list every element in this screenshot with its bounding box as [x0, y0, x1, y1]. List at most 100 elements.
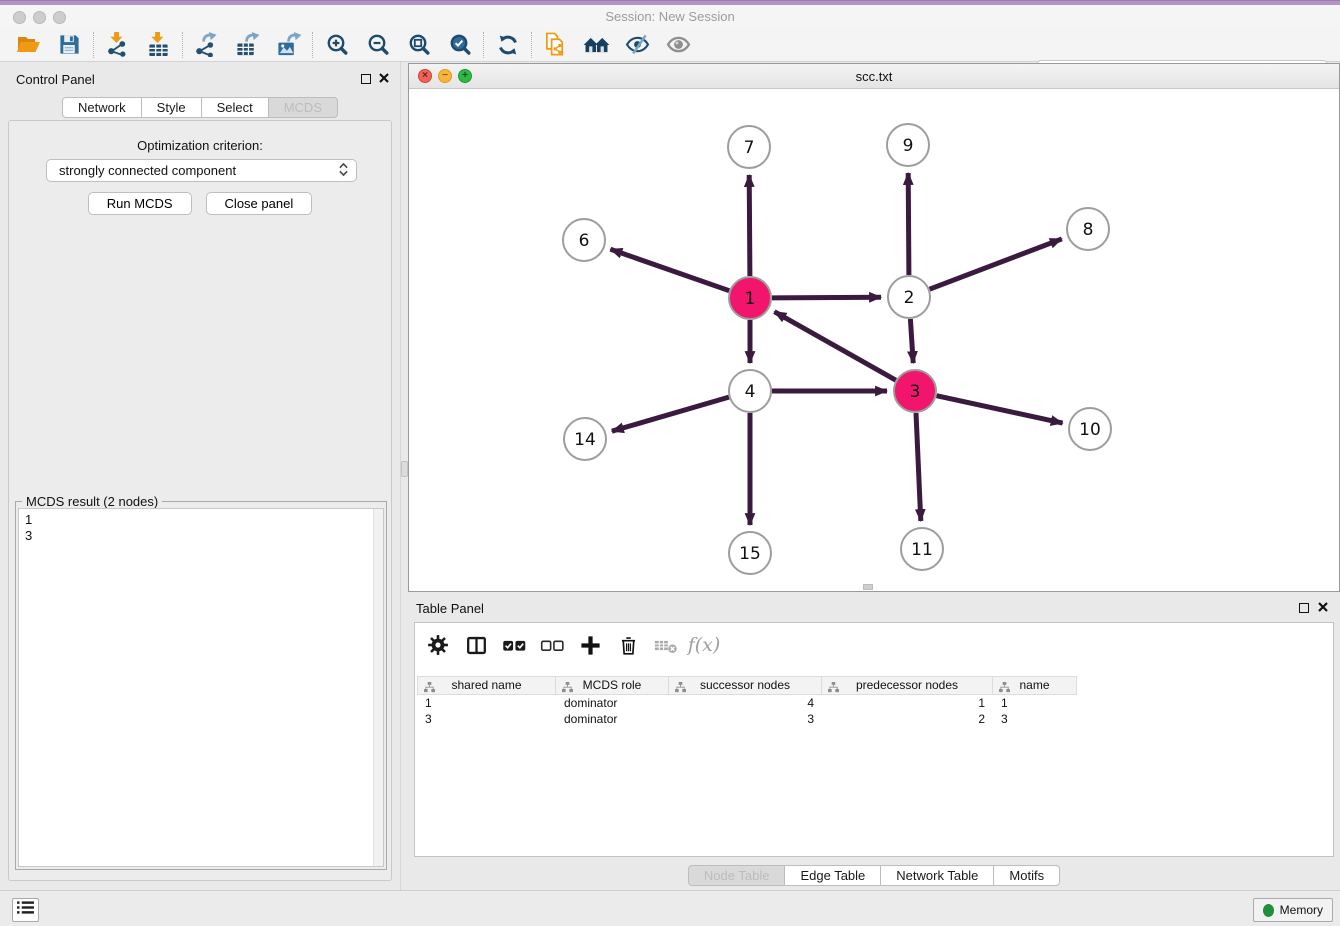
graph-node-1[interactable]: 1 [729, 277, 771, 319]
table-cell[interactable]: 3 [417, 711, 556, 727]
memory-button[interactable]: Memory [1253, 898, 1333, 922]
table-cell[interactable]: 2 [822, 711, 993, 727]
network-window-titlebar[interactable]: × − + scc.txt [409, 64, 1339, 89]
run-mcds-button[interactable]: Run MCDS [88, 192, 192, 215]
graph-node-label: 9 [903, 136, 914, 156]
table-cell[interactable]: 3 [669, 711, 822, 727]
graph-node-3[interactable]: 3 [894, 370, 936, 412]
table-float-icon[interactable] [1299, 603, 1309, 613]
delete-column-icon[interactable] [613, 630, 643, 660]
table-cell[interactable]: dominator [556, 711, 669, 727]
table-cell[interactable]: 1 [822, 695, 993, 711]
split-columns-icon[interactable] [461, 630, 491, 660]
column-header-successor-nodes[interactable]: successor nodes [669, 676, 822, 695]
app-titlebar: Session: New Session [0, 5, 1340, 28]
zoom-in-icon[interactable] [316, 30, 357, 60]
eye-gray-icon[interactable] [658, 30, 699, 60]
vertical-splitter[interactable] [400, 62, 408, 890]
mcds-result-title: MCDS result (2 nodes) [22, 494, 162, 509]
zoom-selected-icon[interactable] [439, 30, 480, 60]
column-header-shared-name[interactable]: shared name [417, 676, 556, 695]
table-cell[interactable]: 4 [669, 695, 822, 711]
column-header-MCDS-role[interactable]: MCDS role [556, 676, 669, 695]
tab-network-table[interactable]: Network Table [881, 865, 994, 886]
control-panel-title: Control Panel [16, 72, 95, 87]
graph-node-2[interactable]: 2 [888, 276, 930, 318]
graph-node-7[interactable]: 7 [728, 126, 770, 168]
tab-style[interactable]: Style [142, 97, 202, 118]
graph-edge-3-10[interactable] [937, 396, 1063, 423]
copy-style-icon[interactable] [535, 30, 576, 60]
export-image-icon[interactable] [268, 30, 309, 60]
canvas-resize-grip[interactable] [863, 584, 873, 590]
graph-edge-2-3[interactable] [910, 319, 913, 363]
sort-hierarchy-icon [562, 681, 573, 698]
homes-icon[interactable] [576, 30, 617, 60]
graph-node-11[interactable]: 11 [901, 528, 943, 570]
graph-node-8[interactable]: 8 [1067, 208, 1109, 250]
import-network-icon[interactable] [97, 30, 138, 60]
graph-node-4[interactable]: 4 [729, 370, 771, 412]
graph-node-label: 10 [1079, 420, 1101, 440]
tab-mcds[interactable]: MCDS [269, 97, 338, 118]
splitter-handle[interactable] [401, 461, 408, 477]
table-close-icon[interactable] [1317, 601, 1329, 615]
close-panel-icon[interactable] [378, 72, 390, 86]
hide-details-icon[interactable] [617, 30, 658, 60]
refresh-icon[interactable] [487, 30, 528, 60]
graph-node-10[interactable]: 10 [1069, 408, 1111, 450]
mcds-result-area[interactable]: 13 [18, 508, 384, 867]
add-column-icon[interactable] [575, 630, 605, 660]
column-header-predecessor-nodes[interactable]: predecessor nodes [822, 676, 993, 695]
graph-edge-2-9[interactable] [908, 173, 909, 275]
graph-node-15[interactable]: 15 [729, 532, 771, 574]
unselect-all-checks-icon[interactable] [537, 630, 567, 660]
task-history-button[interactable] [12, 898, 39, 922]
tab-motifs[interactable]: Motifs [994, 865, 1060, 886]
clear-table-icon[interactable] [651, 630, 681, 660]
graph-edge-4-14[interactable] [612, 397, 729, 431]
zoom-out-icon[interactable] [357, 30, 398, 60]
graph-node-label: 4 [745, 382, 756, 402]
stepper-icon [339, 162, 348, 180]
function-builder-icon[interactable]: f(x) [689, 630, 719, 660]
float-panel-icon[interactable] [361, 74, 371, 84]
graph-edge-3-1[interactable] [774, 312, 895, 381]
tab-network[interactable]: Network [62, 97, 142, 118]
import-table-icon[interactable] [138, 30, 179, 60]
app-title: Session: New Session [0, 9, 1340, 24]
sort-hierarchy-icon [828, 681, 839, 698]
column-header-label: shared name [451, 678, 521, 692]
close-panel-button[interactable]: Close panel [206, 192, 313, 215]
network-canvas[interactable]: 7 9 6 8 1 2 4 3 14 10 15 11 [409, 89, 1339, 591]
zoom-fit-icon[interactable] [398, 30, 439, 60]
graph-node-label: 7 [744, 138, 755, 158]
criterion-dropdown[interactable]: strongly connected component [46, 159, 357, 182]
graph-edge-1-6[interactable] [610, 249, 729, 291]
tab-edge-table[interactable]: Edge Table [785, 865, 881, 886]
toolbar-separator [312, 32, 313, 58]
export-table-icon[interactable] [227, 30, 268, 60]
gear-icon[interactable] [423, 630, 453, 660]
tab-select[interactable]: Select [202, 97, 269, 118]
graph-edge-3-11[interactable] [916, 413, 921, 521]
graph-edge-1-7[interactable] [749, 175, 750, 276]
table-cell[interactable]: 1 [417, 695, 556, 711]
graph-edge-1-2[interactable] [772, 297, 881, 298]
graph-node-9[interactable]: 9 [887, 124, 929, 166]
table-cell[interactable]: 3 [993, 711, 1077, 727]
table-row[interactable]: 3dominator323 [417, 711, 1331, 727]
tab-node-table[interactable]: Node Table [688, 865, 786, 886]
export-network-icon[interactable] [186, 30, 227, 60]
graph-edge-2-8[interactable] [930, 239, 1062, 289]
sort-hierarchy-icon [675, 681, 686, 698]
graph-node-14[interactable]: 14 [564, 418, 606, 460]
graph-node-label: 8 [1083, 220, 1094, 240]
select-all-checks-icon[interactable] [499, 630, 529, 660]
open-folder-icon[interactable] [8, 30, 49, 60]
table-row[interactable]: 1dominator411 [417, 695, 1331, 711]
graph-node-6[interactable]: 6 [563, 219, 605, 261]
save-icon[interactable] [49, 30, 90, 60]
result-scrollbar[interactable] [373, 509, 383, 866]
column-header-name[interactable]: name [993, 676, 1077, 695]
